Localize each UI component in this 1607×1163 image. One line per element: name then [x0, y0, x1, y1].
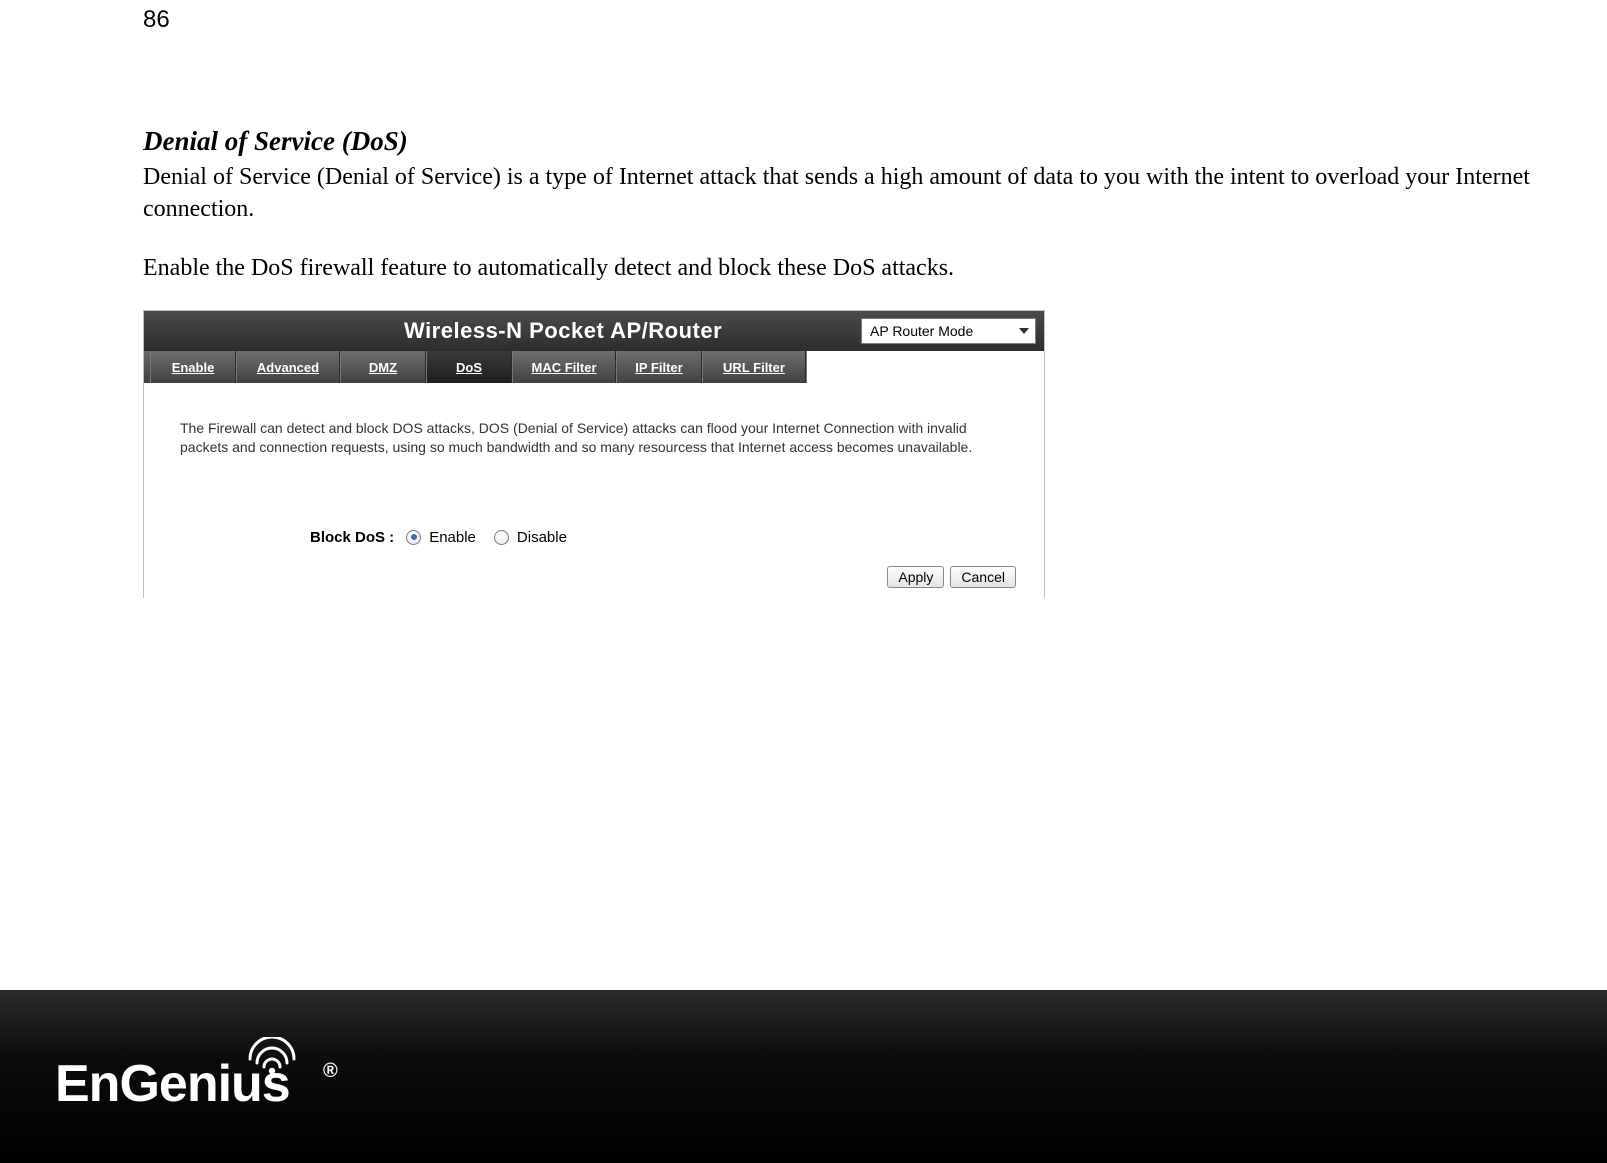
tab-label: Advanced — [257, 360, 319, 375]
button-row: Apply Cancel — [180, 566, 1016, 588]
page-content: Denial of Service (DoS) Denial of Servic… — [143, 126, 1563, 598]
cancel-button[interactable]: Cancel — [950, 566, 1016, 588]
paragraph-2: Enable the DoS firewall feature to autom… — [143, 252, 1553, 284]
mode-select[interactable]: AP Router Mode — [861, 318, 1036, 344]
tab-row: Enable Advanced DMZ DoS MAC Filter IP Fi… — [144, 351, 1044, 383]
radio-disable-label: Disable — [517, 529, 567, 546]
svg-text:EnGenius: EnGenius — [55, 1055, 290, 1113]
panel-body: The Firewall can detect and block DOS at… — [144, 383, 1044, 598]
radio-enable[interactable] — [406, 530, 421, 545]
router-title: Wireless-N Pocket AP/Router — [404, 318, 722, 344]
mode-select-value: AP Router Mode — [870, 323, 973, 339]
apply-button[interactable]: Apply — [887, 566, 944, 588]
panel-description: The Firewall can detect and block DOS at… — [180, 419, 1008, 457]
tab-dmz[interactable]: DMZ — [340, 351, 426, 383]
tab-trail — [806, 351, 1044, 383]
router-admin-panel: Wireless-N Pocket AP/Router AP Router Mo… — [143, 310, 1045, 598]
tab-dos[interactable]: DoS — [426, 351, 512, 383]
tab-enable[interactable]: Enable — [150, 351, 236, 383]
svg-text:®: ® — [323, 1060, 338, 1082]
tab-label: IP Filter — [635, 360, 682, 375]
tab-label: DMZ — [369, 360, 397, 375]
tab-url-filter[interactable]: URL Filter — [702, 351, 806, 383]
footer-bar: EnGenius ® — [0, 990, 1607, 1163]
engenius-logo: EnGenius ® — [55, 1037, 355, 1117]
section-title: Denial of Service (DoS) — [143, 126, 1563, 157]
block-dos-row: Block DoS : Enable Disable — [310, 529, 1008, 546]
radio-dot-icon — [411, 534, 417, 540]
page-number: 86 — [143, 6, 170, 34]
tab-label: DoS — [456, 360, 482, 375]
tab-mac-filter[interactable]: MAC Filter — [512, 351, 616, 383]
radio-enable-label: Enable — [429, 529, 476, 546]
tab-advanced[interactable]: Advanced — [236, 351, 340, 383]
tab-label: URL Filter — [723, 360, 785, 375]
radio-disable[interactable] — [494, 530, 509, 545]
tab-ip-filter[interactable]: IP Filter — [616, 351, 702, 383]
block-dos-label: Block DoS : — [310, 529, 394, 546]
tab-label: Enable — [172, 360, 215, 375]
paragraph-1: Denial of Service (Denial of Service) is… — [143, 161, 1553, 226]
tab-label: MAC Filter — [532, 360, 597, 375]
router-header: Wireless-N Pocket AP/Router AP Router Mo… — [144, 311, 1044, 351]
engenius-logo-svg: EnGenius ® — [55, 1037, 355, 1117]
chevron-down-icon — [1019, 328, 1029, 334]
